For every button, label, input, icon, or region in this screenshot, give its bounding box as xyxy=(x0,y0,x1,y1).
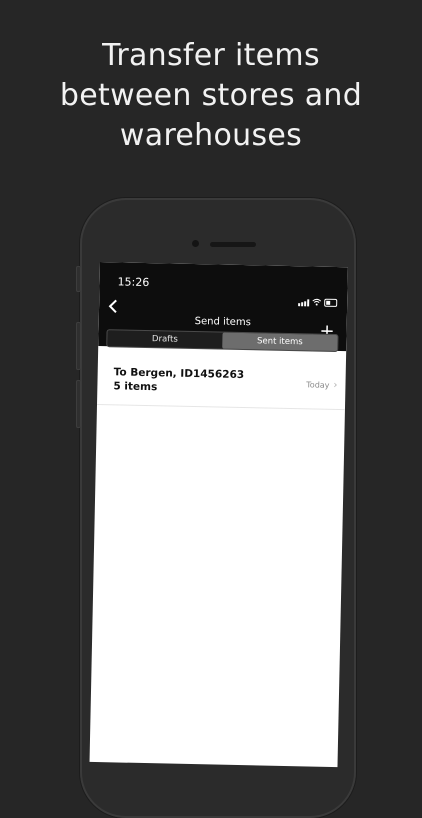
chevron-left-icon[interactable] xyxy=(107,298,119,314)
tab-sent-items[interactable]: Sent items xyxy=(222,332,338,351)
list-item[interactable]: To Bergen, ID1456263 5 items Today › xyxy=(97,357,346,411)
marketing-headline: Transfer items between stores and wareho… xyxy=(0,36,422,156)
signal-icon xyxy=(298,298,310,306)
volume-up-button xyxy=(76,322,81,370)
earpiece-speaker xyxy=(210,242,256,247)
navigation-bar: 15:26 Send items + Drafts Sent items xyxy=(98,262,348,353)
tab-control: Drafts Sent items xyxy=(106,329,339,353)
status-time: 15:26 xyxy=(117,275,150,290)
tab-drafts[interactable]: Drafts xyxy=(107,330,222,348)
chevron-right-icon: › xyxy=(333,379,338,391)
transfer-title: To Bergen, ID1456263 xyxy=(113,366,245,382)
volume-down-button xyxy=(76,380,81,428)
app-screen: 15:26 Send items + Drafts Sent items To … xyxy=(89,262,348,768)
page-title: Send items xyxy=(194,315,251,329)
headline-line-1: Transfer items xyxy=(102,38,320,73)
headline-line-2: between stores and xyxy=(59,78,363,113)
transfer-date: Today xyxy=(306,380,330,390)
headline-line-3: warehouses xyxy=(119,118,303,153)
transfer-item-count: 5 items xyxy=(113,380,158,394)
battery-icon xyxy=(324,298,338,307)
wifi-icon xyxy=(312,298,322,307)
mute-switch xyxy=(76,266,81,292)
status-icons xyxy=(298,298,338,307)
front-camera xyxy=(192,240,199,247)
